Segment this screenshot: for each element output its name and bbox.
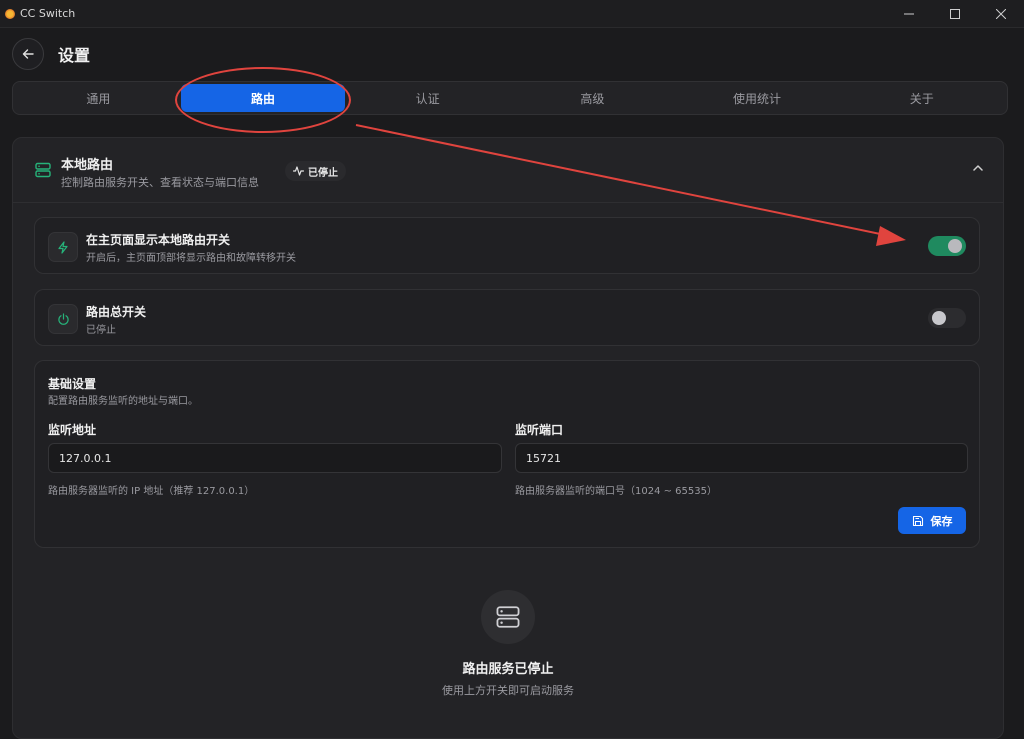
window-controls: [886, 0, 1024, 27]
status-badge: 已停止: [285, 161, 346, 181]
save-label: 保存: [930, 514, 953, 528]
server-icon: [496, 606, 520, 628]
master-switch-toggle[interactable]: [928, 308, 966, 328]
empty-state-icon-circle: [481, 590, 535, 644]
page-title: 设置: [58, 46, 91, 65]
settings-tabs: 通用 路由 认证 高级 使用统计 关于: [12, 81, 1008, 115]
title-bar: CC Switch: [0, 0, 1024, 28]
show-router-toggle[interactable]: [928, 236, 966, 256]
listen-port-input[interactable]: [515, 443, 968, 473]
toggle-knob: [948, 239, 962, 253]
show-toggle-subtitle: 开启后，主页面顶部将显示路由和故障转移开关: [86, 253, 296, 264]
basic-settings-title: 基础设置: [48, 377, 97, 391]
tab-router[interactable]: 路由: [180, 84, 346, 112]
local-router-title: 本地路由: [61, 158, 114, 173]
lightning-icon: [58, 240, 68, 254]
master-switch-card: 路由总开关 已停止: [34, 289, 980, 346]
close-window-button[interactable]: [978, 0, 1024, 27]
tab-general[interactable]: 通用: [16, 84, 181, 112]
basic-settings-subtitle: 配置路由服务监听的地址与端口。: [48, 396, 198, 407]
minimize-button[interactable]: [886, 0, 932, 27]
tab-advanced[interactable]: 高级: [510, 84, 675, 112]
close-icon: [996, 8, 1006, 19]
app-logo-icon: [5, 8, 15, 19]
listen-address-input[interactable]: [48, 443, 502, 473]
master-switch-subtitle: 已停止: [86, 325, 116, 336]
local-router-subtitle: 控制路由服务开关、查看状态与端口信息: [61, 176, 259, 189]
tab-usage-stats[interactable]: 使用统计: [675, 84, 840, 112]
listen-address-label: 监听地址: [48, 423, 97, 437]
card-icon-box: [48, 232, 78, 262]
power-icon: [57, 312, 69, 325]
show-toggle-title: 在主页面显示本地路由开关: [86, 233, 231, 247]
local-router-panel: 本地路由 控制路由服务开关、查看状态与端口信息 已停止 在主页面显示本地路由开关…: [12, 137, 1004, 739]
listen-address-hint: 路由服务器监听的 IP 地址（推荐 127.0.0.1）: [48, 486, 255, 497]
save-icon: [912, 515, 923, 526]
server-icon: [35, 162, 51, 178]
arrow-left-icon: [22, 49, 34, 59]
tab-about[interactable]: 关于: [839, 84, 1004, 112]
page-header: 设置: [12, 38, 90, 70]
maximize-icon: [950, 8, 960, 19]
show-router-toggle-card: 在主页面显示本地路由开关 开启后，主页面顶部将显示路由和故障转移开关: [34, 217, 980, 274]
card-icon-box: [48, 304, 78, 334]
status-text: 已停止: [308, 167, 338, 179]
window-title: CC Switch: [20, 7, 76, 20]
master-switch-title: 路由总开关: [86, 305, 147, 319]
maximize-button[interactable]: [932, 0, 978, 27]
listen-port-label: 监听端口: [515, 423, 564, 437]
listen-port-hint: 路由服务器监听的端口号（1024 ~ 65535）: [515, 486, 717, 497]
empty-state-title: 路由服务已停止: [462, 662, 554, 677]
save-button[interactable]: 保存: [898, 507, 966, 534]
chevron-up-icon[interactable]: [973, 164, 983, 172]
minimize-icon: [904, 13, 914, 14]
toggle-knob: [932, 311, 946, 325]
empty-state-subtitle: 使用上方开关即可启动服务: [442, 684, 574, 697]
tab-auth[interactable]: 认证: [345, 84, 510, 112]
activity-icon: [293, 166, 304, 176]
basic-settings-card: 基础设置 配置路由服务监听的地址与端口。 监听地址 路由服务器监听的 IP 地址…: [34, 360, 980, 548]
local-router-header[interactable]: 本地路由 控制路由服务开关、查看状态与端口信息 已停止: [13, 138, 1003, 203]
back-button[interactable]: [12, 38, 44, 70]
